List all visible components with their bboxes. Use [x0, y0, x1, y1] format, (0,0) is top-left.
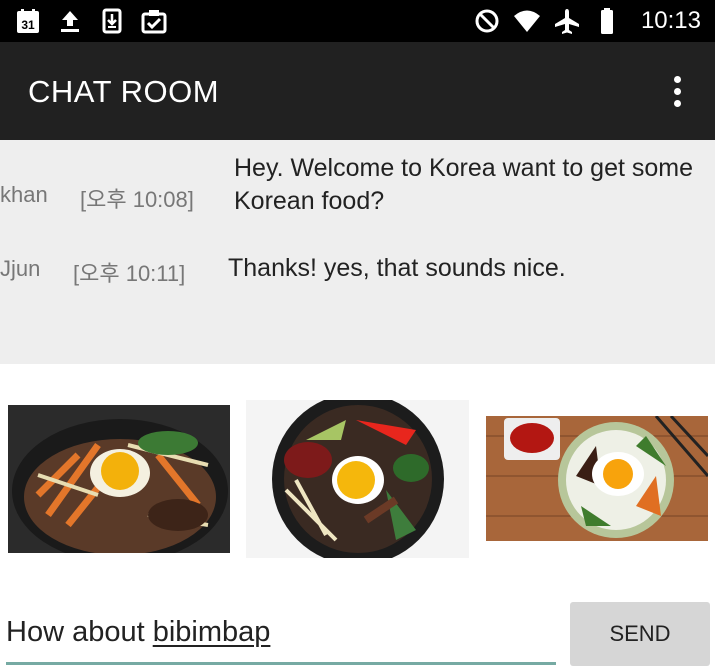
- message-input-text[interactable]: How about bibimbap: [6, 616, 270, 649]
- bibimbap-photo-1[interactable]: [8, 405, 230, 553]
- airplane-icon: [554, 9, 579, 34]
- toolbar-title: CHAT ROOM: [28, 74, 220, 109]
- chat-area[interactable]: khan [오후 10:08] Hey. Welcome to Korea wa…: [0, 140, 715, 364]
- message-time: [오후 10:11]: [73, 261, 186, 286]
- status-time: 10:13: [640, 7, 701, 34]
- app-toolbar: CHAT ROOM: [0, 42, 715, 140]
- do-not-disturb-icon: [475, 9, 499, 33]
- download-icon: [102, 8, 122, 34]
- message-input[interactable]: How about bibimbap: [6, 610, 556, 665]
- message-text: Thanks! yes, that sounds nice.: [228, 254, 566, 282]
- bibimbap-photo-2[interactable]: [246, 400, 469, 558]
- spellcheck-word[interactable]: bibimbap: [153, 616, 271, 648]
- message-sender: Jjun: [0, 256, 41, 281]
- message-text: Hey. Welcome to Korea want to get some K…: [234, 154, 694, 215]
- upload-icon: [61, 11, 79, 32]
- calendar-icon: 31: [17, 9, 39, 33]
- clipboard-check-icon: [141, 10, 167, 34]
- send-button[interactable]: SEND: [570, 602, 710, 666]
- overflow-menu-icon[interactable]: [665, 74, 689, 110]
- message-time: [오후 10:08]: [80, 187, 194, 212]
- wifi-icon: [513, 10, 540, 32]
- status-bar: 31 10:13: [0, 0, 715, 42]
- message-sender: khan: [0, 182, 48, 207]
- bibimbap-photo-3[interactable]: [486, 416, 708, 541]
- calendar-day: 31: [21, 18, 35, 32]
- input-underline: [6, 662, 556, 665]
- battery-icon: [600, 8, 613, 34]
